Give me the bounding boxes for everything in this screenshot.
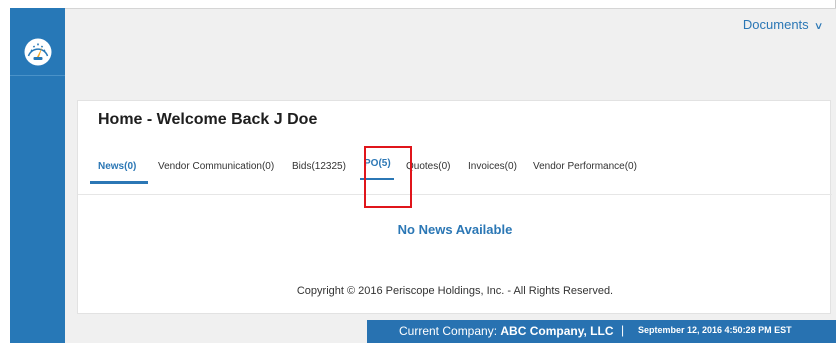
tab-bar-divider — [78, 194, 832, 195]
page-title: Home - Welcome Back J Doe — [98, 111, 318, 128]
sidebar — [10, 8, 65, 343]
status-separator: | — [621, 323, 625, 337]
dashboard-gauge-icon[interactable] — [23, 37, 53, 67]
home-card: Home - Welcome Back J Doe News(0) Vendor… — [77, 100, 832, 314]
highlight-annotation — [364, 146, 412, 208]
app-window: Documents ∨ Home - Welcome Back J Doe New… — [0, 0, 836, 343]
tab-quotes[interactable]: Quotes(0) — [406, 161, 450, 172]
tab-bids[interactable]: Bids(12325) — [292, 161, 346, 172]
tab-bar: News(0) Vendor Communication(0) Bids(123… — [90, 149, 820, 187]
current-company-label: Current Company: — [399, 324, 498, 338]
status-datetime: September 12, 2016 4:50:28 PM EST — [638, 325, 792, 335]
sidebar-divider — [10, 75, 65, 76]
tab-news-underline — [90, 181, 148, 184]
current-company-name: ABC Company, LLC — [500, 324, 614, 338]
tab-news[interactable]: News(0) — [98, 161, 136, 172]
documents-menu-label: Documents — [742, 17, 809, 32]
status-bar: Current Company: ABC Company, LLC | Sept… — [367, 320, 836, 343]
main-area: Documents ∨ Home - Welcome Back J Doe New… — [65, 8, 836, 343]
copyright-text: Copyright © 2016 Periscope Holdings, Inc… — [296, 285, 614, 297]
chevron-down-icon: ∨ — [813, 21, 824, 32]
current-company: Current Company: ABC Company, LLC — [399, 324, 614, 338]
tab-vendor-communication[interactable]: Vendor Communication(0) — [158, 161, 274, 172]
tab-vendor-performance[interactable]: Vendor Performance(0) — [533, 161, 637, 172]
tab-invoices[interactable]: Invoices(0) — [468, 161, 517, 172]
documents-menu[interactable]: Documents ∨ — [742, 17, 824, 32]
empty-state-message: No News Available — [397, 222, 513, 237]
